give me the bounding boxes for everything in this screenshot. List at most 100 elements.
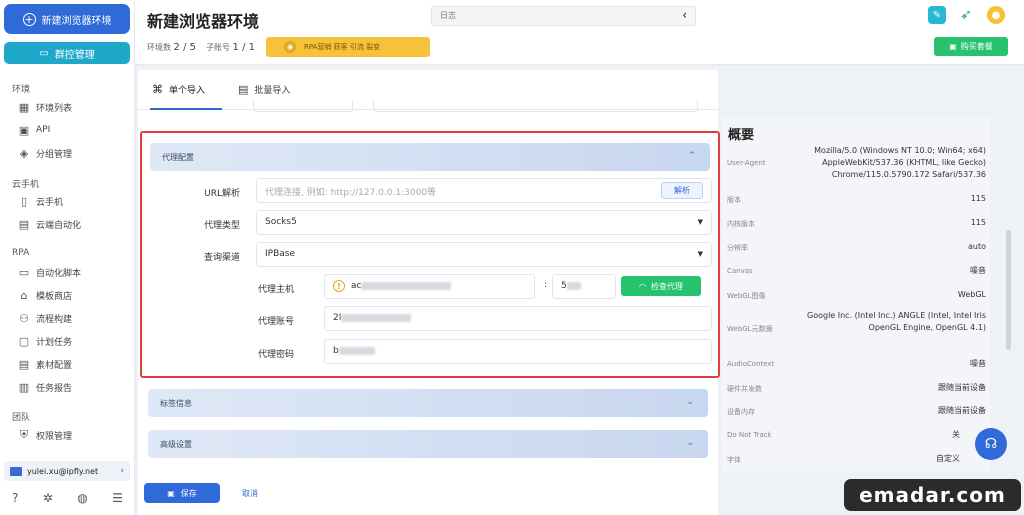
menu-icon[interactable]: ☰ <box>112 491 123 505</box>
save-button[interactable]: ▣ 保存 <box>144 483 220 503</box>
app-window: + 新建浏览器环境 ▭ 群控管理 环境 ▦ 环境列表 ▣ API ◈ 分组管理 云手机… <box>0 0 1024 515</box>
account-stats: 环境数 2 / 5 子账号 1 / 1 <box>147 42 255 53</box>
api-icon: ▣ <box>18 123 30 137</box>
page-header: 新建浏览器环境 日志 ‹ ✎ ➶ ● 环境数 2 / 5 子账号 1 / 1 ◉… <box>135 0 1024 65</box>
sidebar-item-flow-build[interactable]: ⚇ 流程构建 <box>18 310 72 326</box>
cancel-button[interactable]: 取消 <box>242 488 258 499</box>
proxy-config-title: 代理配置 <box>162 153 194 162</box>
section-title-env: 环境 <box>12 85 31 95</box>
user-account[interactable]: yulei.xu@ipfly.net › <box>4 461 130 481</box>
sidebar-item-cloud-auto[interactable]: ▤ 云端自动化 <box>18 216 81 232</box>
flow-icon: ⚇ <box>19 311 29 325</box>
advanced-settings-title: 高级设置 <box>160 440 192 449</box>
overview-key: 版本 <box>727 196 741 204</box>
tag-info-section[interactable]: 标签信息 ⌄ <box>148 389 708 417</box>
overview-key: 设备内存 <box>727 408 755 416</box>
rpa-promo-banner[interactable]: ◉ RPA营销 获客 引流 裂变 <box>266 37 430 57</box>
overview-value: Mozilla/5.0 (Windows NT 10.0; Win64; x64… <box>814 146 986 179</box>
overview-key: WebGL图像 <box>727 292 766 300</box>
edit-icon[interactable]: ✎ <box>928 6 946 24</box>
proxy-password-label: 代理密码 <box>257 350 294 360</box>
query-channel-select[interactable]: IPBase ▼ <box>256 242 712 267</box>
proxy-port-input[interactable]: 5 <box>552 274 616 299</box>
env-form-panel: ⌘ 单个导入 ▤ 批量导入 代理配置 ⌃ URL解析 代理连接, 例如: htt… <box>138 70 720 515</box>
batch-import-icon: ▤ <box>238 83 249 96</box>
advanced-settings-section[interactable]: 高级设置 ⌄ <box>148 430 708 458</box>
chevron-right-icon: › <box>120 466 124 476</box>
customer-service-button[interactable]: ☊ <box>975 428 1007 460</box>
report-icon: ▥ <box>18 380 30 394</box>
overview-key: 字体 <box>727 456 741 464</box>
log-placeholder: 日志 <box>440 11 456 20</box>
bulb-icon[interactable]: ✲ <box>43 491 53 505</box>
rocket-icon[interactable]: ➶ <box>957 6 975 24</box>
proxy-url-input[interactable]: 代理连接, 例如: http://127.0.0.1:3000等 解析 <box>256 178 712 203</box>
user-email: yulei.xu@ipfly.net <box>27 466 99 476</box>
overview-value: 115 <box>970 194 986 203</box>
sidebar-item-label: 权限管理 <box>36 431 73 442</box>
page-title: 新建浏览器环境 <box>147 12 260 31</box>
grid-icon: ▦ <box>18 100 30 114</box>
proxy-type-select[interactable]: Socks5 ▼ <box>256 210 712 235</box>
section-title-team: 团队 <box>12 413 31 423</box>
active-tab-indicator <box>150 108 222 110</box>
sidebar-item-env-list[interactable]: ▦ 环境列表 <box>18 99 72 115</box>
overview-key: WebGL元数据 <box>727 325 773 333</box>
sidebar-item-template-store[interactable]: ⌂ 模板商店 <box>18 287 73 303</box>
group-icon: ▭ <box>39 47 49 59</box>
overview-key: Canvas <box>727 267 753 275</box>
tab-label: 批量导入 <box>254 86 291 96</box>
proxy-config-header[interactable]: 代理配置 ⌃ <box>150 143 710 171</box>
proxy-host-input[interactable]: ! ac <box>324 274 535 299</box>
overview-value: 噪音 <box>970 359 986 368</box>
sidebar-item-label: 分组管理 <box>36 149 73 160</box>
buy-package-label: 购买套餐 <box>960 42 993 51</box>
save-icon: ▣ <box>167 488 175 498</box>
tab-batch-import[interactable]: ▤ 批量导入 <box>238 83 290 96</box>
tag-info-title: 标签信息 <box>160 399 192 408</box>
section-title-rpa: RPA <box>12 248 30 258</box>
tab-single-import[interactable]: ⌘ 单个导入 <box>152 83 205 96</box>
tip-icon[interactable]: ● <box>987 6 1005 24</box>
url-parse-label: URL解析 <box>204 189 240 199</box>
overview-value: 关 <box>952 430 960 439</box>
overview-value: WebGL <box>957 290 986 299</box>
warning-icon: ! <box>333 280 345 292</box>
tab-label: 单个导入 <box>169 86 206 96</box>
globe-icon[interactable]: ◍ <box>77 491 87 505</box>
overview-key: 硬件并发数 <box>727 385 762 393</box>
sidebar-item-report[interactable]: ▥ 任务报告 <box>18 379 72 395</box>
proxy-config-section: 代理配置 ⌃ URL解析 代理连接, 例如: http://127.0.0.1:… <box>140 131 720 378</box>
chevron-left-icon[interactable]: ‹ <box>682 8 687 22</box>
sidebar-item-scripts[interactable]: ▭ 自动化脚本 <box>18 264 81 280</box>
parse-button[interactable]: 解析 <box>661 182 703 199</box>
proxy-url-placeholder: 代理连接, 例如: http://127.0.0.1:3000等 <box>265 188 437 198</box>
phone-icon: ▯ <box>20 194 28 208</box>
new-browser-env-button[interactable]: + 新建浏览器环境 <box>4 4 130 34</box>
sidebar-item-group-mgmt[interactable]: ◈ 分组管理 <box>18 145 72 161</box>
overview-value: 噪音 <box>970 266 986 275</box>
sidebar-item-permissions[interactable]: ⛨ 权限管理 <box>18 427 72 443</box>
sidebar-item-material[interactable]: ▤ 素材配置 <box>18 356 72 372</box>
proxy-account-input[interactable]: 2I <box>324 306 712 331</box>
log-field[interactable]: 日志 ‹ <box>431 6 696 26</box>
buy-package-button[interactable]: ▣ 购买套餐 <box>934 37 1008 56</box>
overview-panel: 概要 User-Agent Mozilla/5.0 (Windows NT 10… <box>722 117 990 472</box>
check-proxy-button[interactable]: ◠ 检查代理 <box>621 276 701 296</box>
previous-fields-edge <box>253 100 698 112</box>
overview-scrollbar[interactable] <box>1006 230 1011 350</box>
overview-value: Google Inc. (Intel Inc.) ANGLE (Intel, I… <box>807 311 986 332</box>
help-icon[interactable]: ? <box>12 491 18 505</box>
sidebar-item-cloud-phone[interactable]: ▯ 云手机 <box>18 193 63 209</box>
proxy-type-label: 代理类型 <box>203 221 240 231</box>
overview-value: 跟随当前设备 <box>938 406 986 415</box>
group-control-button[interactable]: ▭ 群控管理 <box>4 42 130 64</box>
sidebar-item-schedule[interactable]: ▢ 计划任务 <box>18 333 72 349</box>
overview-key: 分辨率 <box>727 244 748 252</box>
headset-icon: ☊ <box>984 436 998 452</box>
sidebar-item-api[interactable]: ▣ API <box>18 122 50 138</box>
mail-icon <box>10 466 22 476</box>
chevron-down-icon: ⌄ <box>686 438 694 448</box>
proxy-account-value: 2I <box>333 313 342 323</box>
proxy-password-input[interactable]: b <box>324 339 712 364</box>
